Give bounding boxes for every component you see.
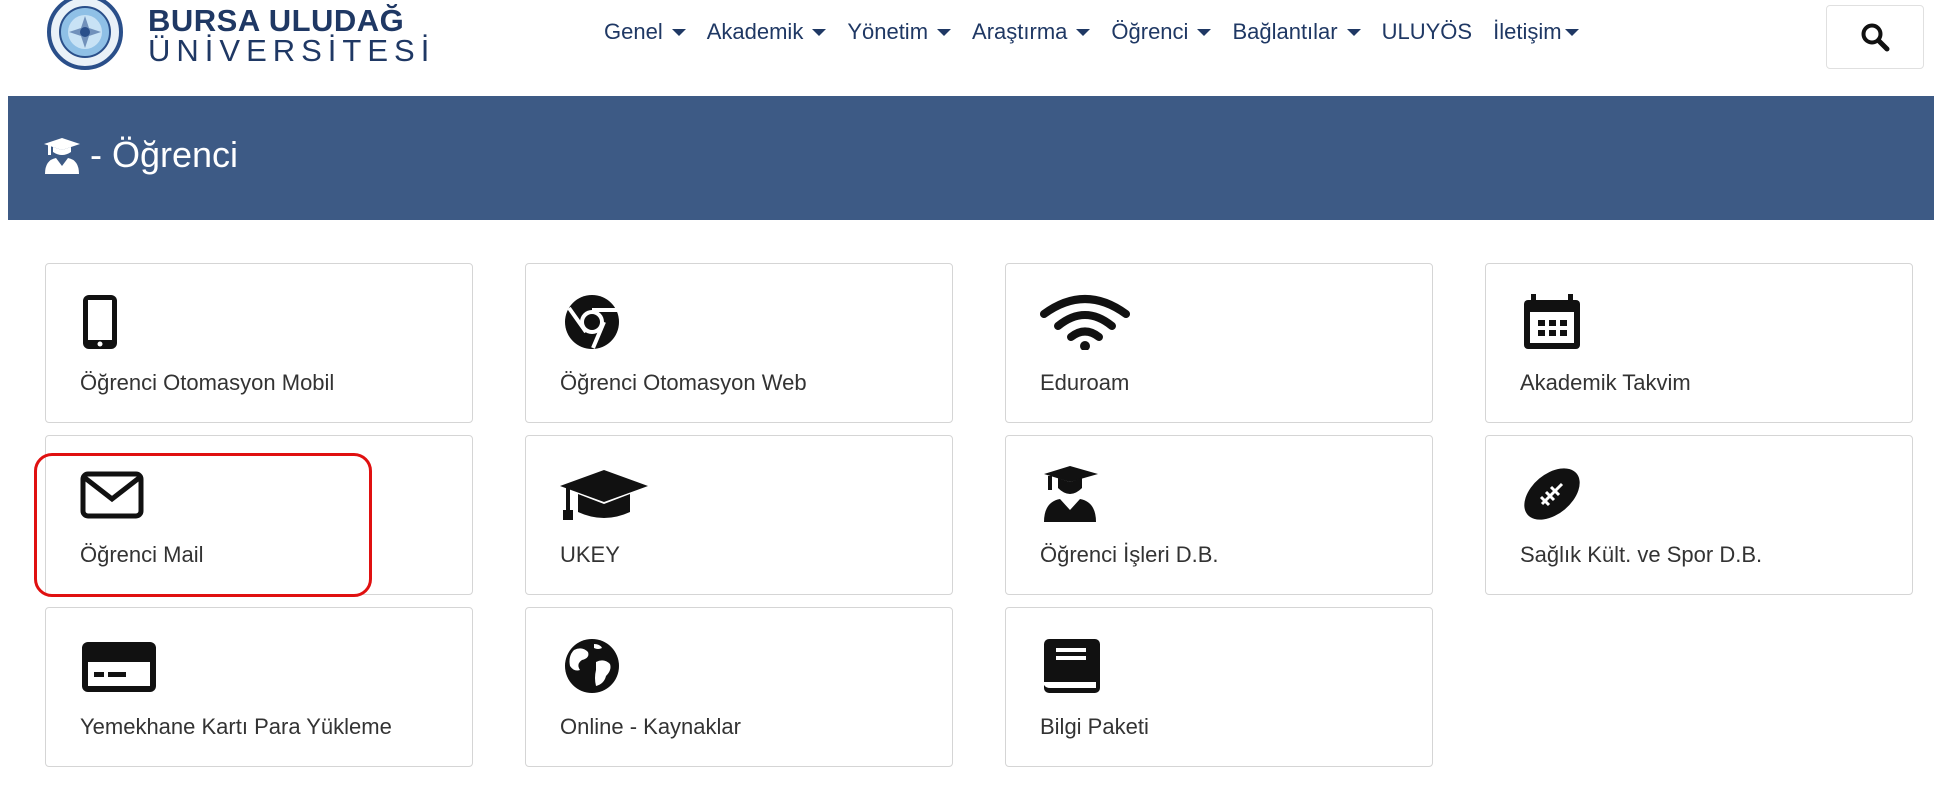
card-label: Öğrenci Otomasyon Mobil xyxy=(80,370,335,395)
nav-item-arastirma[interactable]: Araştırma xyxy=(972,19,1091,45)
mobile-phone-icon xyxy=(83,295,117,349)
card-yemekhane-karti[interactable]: Yemekhane Kartı Para Yükleme xyxy=(45,607,473,767)
globe-icon xyxy=(565,639,619,693)
caret-down-icon xyxy=(812,28,827,36)
nav-label: Bağlantılar xyxy=(1232,19,1338,44)
football-icon xyxy=(1524,468,1580,520)
card-label: Sağlık Kült. ve Spor D.B. xyxy=(1520,542,1763,567)
search-button[interactable] xyxy=(1826,5,1924,69)
brand-line2: ÜNİVERSİTESİ xyxy=(148,33,436,68)
nav-item-yonetim[interactable]: Yönetim xyxy=(847,19,952,45)
card-label: Online - Kaynaklar xyxy=(560,714,741,739)
nav-item-baglantilar[interactable]: Bağlantılar xyxy=(1232,19,1361,45)
nav-label: Yönetim xyxy=(847,19,929,44)
card-label: Eduroam xyxy=(1040,370,1130,395)
brand-name[interactable]: BURSA ULUDAĞ ÜNİVERSİTESİ xyxy=(148,3,436,68)
main-nav: Genel Akademik Yönetim Araştırma Öğrenci… xyxy=(604,19,1600,45)
card-ogrenci-isleri[interactable]: Öğrenci İşleri D.B. xyxy=(1005,435,1433,595)
card-akademik-takvim[interactable]: Akademik Takvim xyxy=(1485,263,1913,423)
card-saglik-kultur-spor[interactable]: Sağlık Kült. ve Spor D.B. xyxy=(1485,435,1913,595)
card-label: Öğrenci Mail xyxy=(80,542,204,567)
brand-line1: BURSA ULUDAĞ xyxy=(148,3,405,38)
nav-item-ogrenci[interactable]: Öğrenci xyxy=(1111,19,1212,45)
card-label: Öğrenci Otomasyon Web xyxy=(560,370,807,395)
card-ogrenci-otomasyon-mobil[interactable]: Öğrenci Otomasyon Mobil xyxy=(45,263,473,423)
book-icon xyxy=(1044,639,1100,693)
top-bar: BURSA ULUDAĞ ÜNİVERSİTESİ Genel Akademik… xyxy=(0,0,1934,96)
caret-down-icon xyxy=(671,28,686,36)
caret-down-icon xyxy=(937,28,952,36)
nav-label: Akademik xyxy=(706,19,804,44)
user-graduate-icon xyxy=(1044,466,1098,522)
card-eduroam[interactable]: Eduroam xyxy=(1005,263,1433,423)
card-label: UKEY xyxy=(560,542,620,567)
envelope-icon xyxy=(80,471,144,519)
card-label: Yemekhane Kartı Para Yükleme xyxy=(80,714,392,739)
nav-item-genel[interactable]: Genel xyxy=(604,19,686,45)
card-ogrenci-otomasyon-web[interactable]: Öğrenci Otomasyon Web xyxy=(525,263,953,423)
card-label: Öğrenci İşleri D.B. xyxy=(1040,542,1219,567)
chrome-icon xyxy=(565,295,619,349)
nav-label: Genel xyxy=(604,19,663,44)
nav-item-uluyos[interactable]: ULUYÖS xyxy=(1382,19,1472,45)
page-title: - Öğrenci xyxy=(42,134,238,176)
wifi-icon xyxy=(1040,295,1130,350)
caret-down-icon xyxy=(1346,28,1361,36)
graduation-cap-icon xyxy=(560,470,648,520)
caret-down-icon xyxy=(1564,28,1579,36)
card-label: Bilgi Paketi xyxy=(1040,714,1149,739)
card-bilgi-paketi[interactable]: Bilgi Paketi xyxy=(1005,607,1433,767)
nav-label: ULUYÖS xyxy=(1381,19,1473,44)
search-icon xyxy=(1861,23,1890,52)
nav-label: İletişim xyxy=(1493,19,1562,44)
nav-item-akademik[interactable]: Akademik xyxy=(707,19,827,45)
caret-down-icon xyxy=(1076,28,1091,36)
card-label: Akademik Takvim xyxy=(1520,370,1691,395)
nav-label: Öğrenci xyxy=(1111,19,1189,44)
university-logo[interactable] xyxy=(42,0,128,72)
nav-label: Araştırma xyxy=(972,19,1068,44)
card-ukey[interactable]: UKEY xyxy=(525,435,953,595)
caret-down-icon xyxy=(1197,28,1212,36)
page-title-text: - Öğrenci xyxy=(90,134,239,175)
graduate-icon xyxy=(44,138,80,174)
credit-card-icon xyxy=(82,642,156,692)
card-online-kaynaklar[interactable]: Online - Kaynaklar xyxy=(525,607,953,767)
calendar-icon xyxy=(1524,294,1580,349)
page-banner: - Öğrenci xyxy=(8,96,1934,220)
nav-item-iletisim[interactable]: İletişim xyxy=(1493,19,1579,45)
card-ogrenci-mail[interactable]: Öğrenci Mail xyxy=(45,435,473,595)
